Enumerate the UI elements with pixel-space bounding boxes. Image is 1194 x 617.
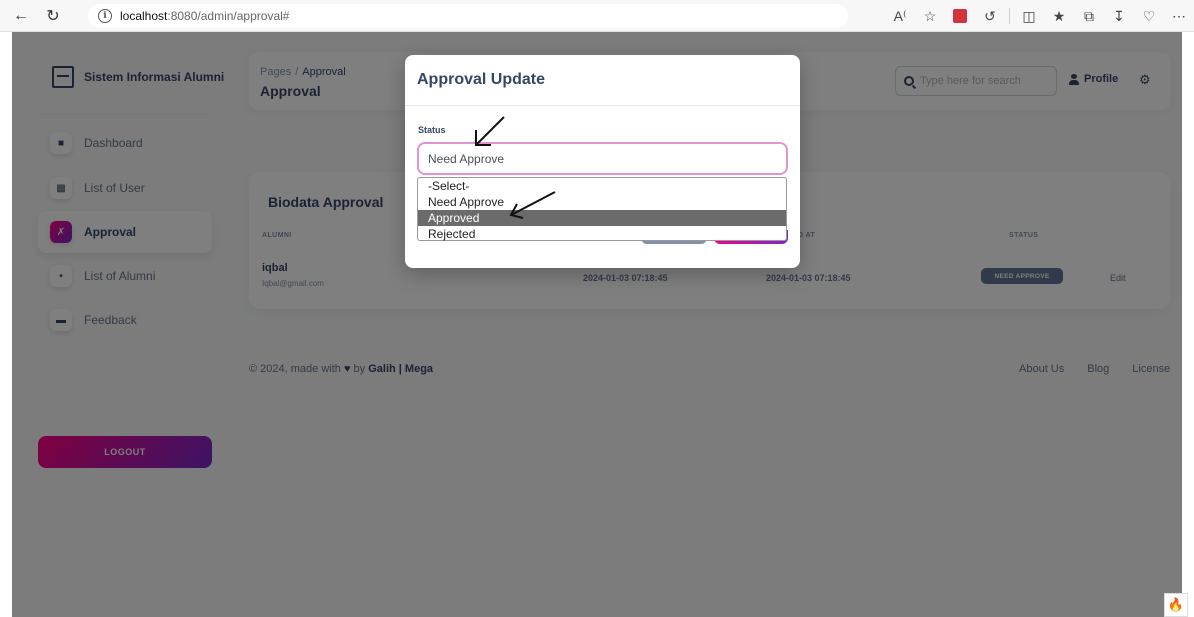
option-rejected[interactable]: Rejected bbox=[418, 226, 786, 242]
option-approved[interactable]: Approved bbox=[418, 210, 786, 226]
performance-icon[interactable]: ♡ bbox=[1134, 3, 1164, 29]
annotation-arrow-icon bbox=[475, 116, 505, 146]
back-arrow-icon[interactable]: ← bbox=[8, 3, 34, 29]
browser-toolbar: ← ↻ i localhost:8080/admin/approval# A⁽ … bbox=[0, 0, 1194, 32]
info-icon[interactable]: i bbox=[98, 9, 112, 23]
split-screen-icon[interactable]: ◫ bbox=[1014, 3, 1044, 29]
modal-header: Approval Update bbox=[405, 55, 800, 106]
reload-icon[interactable]: ↻ bbox=[40, 3, 66, 29]
refresh-icon[interactable]: ↺ bbox=[975, 3, 1005, 29]
star-icon[interactable]: ☆ bbox=[915, 3, 945, 29]
url-path: :8080/admin/approval# bbox=[167, 9, 290, 23]
downloads-icon[interactable]: ↧ bbox=[1104, 3, 1134, 29]
url-host: localhost bbox=[120, 9, 168, 23]
collections-icon[interactable]: ⧉ bbox=[1074, 3, 1104, 29]
favorites-icon[interactable]: ★ bbox=[1044, 3, 1074, 29]
modal-title: Approval Update bbox=[417, 71, 546, 88]
annotation-arrow-icon bbox=[509, 191, 556, 219]
address-bar[interactable]: i localhost:8080/admin/approval# bbox=[88, 4, 848, 28]
browser-actions: A⁽ ☆ ↺ ◫ ★ ⧉ ↧ ♡ ⋯ bbox=[885, 0, 1194, 32]
fire-icon[interactable]: 🔥 bbox=[1164, 593, 1188, 617]
option-need-approve[interactable]: Need Approve bbox=[418, 194, 786, 210]
more-icon[interactable]: ⋯ bbox=[1164, 3, 1194, 29]
extension-icon[interactable] bbox=[945, 3, 975, 29]
option-select[interactable]: -Select- bbox=[418, 178, 786, 194]
status-options-list[interactable]: -Select- Need Approve Approved Rejected bbox=[417, 177, 787, 241]
toolbar-separator bbox=[1009, 8, 1010, 24]
status-field-label: Status bbox=[418, 125, 446, 135]
read-aloud-icon[interactable]: A⁽ bbox=[885, 3, 915, 29]
